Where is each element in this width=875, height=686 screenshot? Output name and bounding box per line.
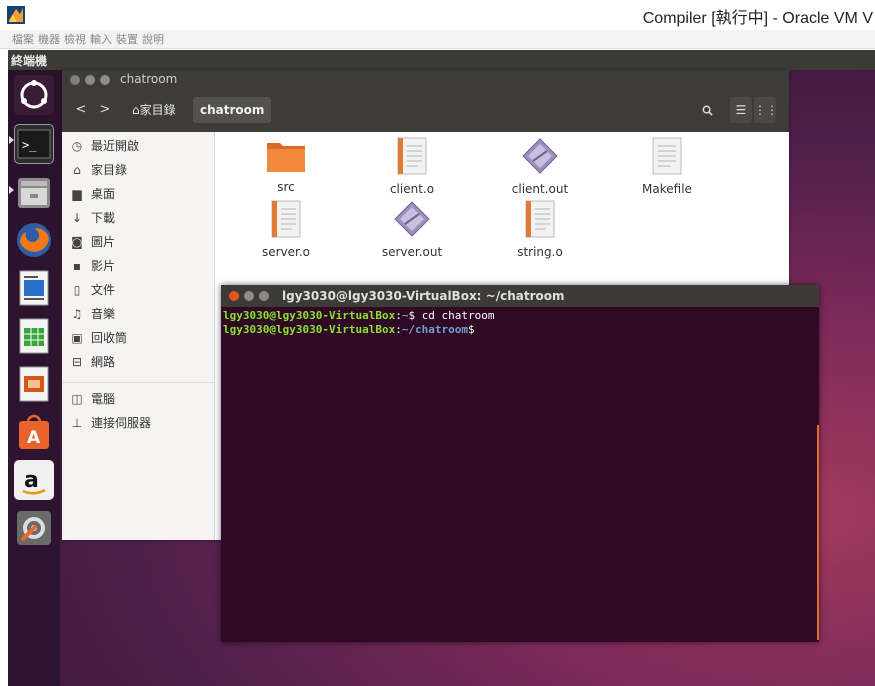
host-menu-view[interactable]: 檢視 xyxy=(64,31,86,47)
network-icon: ⊟ xyxy=(71,355,83,369)
music-icon: ♫ xyxy=(71,307,83,321)
host-title-bar: Compiler [執行中] - Oracle VM V xyxy=(0,0,875,30)
terminal-line: lgy3030@lgy3030-VirtualBox:~/chatroom$ xyxy=(223,323,475,336)
terminal-minimize-button[interactable] xyxy=(244,291,254,301)
folder-icon xyxy=(267,143,305,172)
svg-text:A: A xyxy=(27,428,41,448)
document-icon: ▯ xyxy=(73,283,81,297)
download-icon: ↓ xyxy=(71,211,83,225)
sidebar-item-connect-server[interactable]: ⊥ 連接伺服器 xyxy=(69,412,151,434)
camera-icon: ◙ xyxy=(71,235,83,249)
back-button[interactable]: < xyxy=(70,97,92,123)
video-icon: ▪ xyxy=(72,259,82,273)
sidebar-item-documents[interactable]: ▯ 文件 xyxy=(69,279,115,301)
terminal-close-button[interactable] xyxy=(229,291,239,301)
sidebar-item-network[interactable]: ⊟ 網路 xyxy=(69,351,115,373)
list-icon: ☰ xyxy=(735,103,747,117)
libreoffice-writer-icon[interactable] xyxy=(14,268,54,308)
file-item-src[interactable]: src xyxy=(236,137,336,194)
folder-icon: ▆ xyxy=(72,187,82,201)
sidebar-separator xyxy=(62,382,214,383)
executable-icon xyxy=(394,201,430,237)
ubuntu-top-panel: 終端機 xyxy=(8,50,875,70)
text-file-icon xyxy=(525,200,555,238)
terminal-maximize-button[interactable] xyxy=(259,291,269,301)
path-home-label: 家目錄 xyxy=(139,103,176,117)
active-app-title: 終端機 xyxy=(11,54,48,68)
firefox-icon[interactable] xyxy=(14,220,54,260)
clock-icon: ◷ xyxy=(71,139,83,153)
window-close-button[interactable] xyxy=(70,75,80,85)
text-file-icon xyxy=(271,200,301,238)
file-item-makefile[interactable]: Makefile xyxy=(617,137,717,196)
sidebar-item-home[interactable]: ⌂ 家目錄 xyxy=(69,159,127,181)
libreoffice-impress-icon[interactable] xyxy=(14,364,54,404)
trash-icon: ▣ xyxy=(71,331,83,345)
forward-button[interactable]: > xyxy=(94,97,116,123)
grid-view-button[interactable]: ⋮⋮ xyxy=(754,97,778,123)
server-icon: ⊥ xyxy=(71,416,83,430)
executable-icon xyxy=(522,138,558,174)
host-menubar: 檔案 機器 檢視 輸入 裝置 說明 xyxy=(0,30,875,49)
ubuntu-software-icon[interactable]: A xyxy=(14,412,54,452)
host-menu-input[interactable]: 輸入 xyxy=(90,31,112,47)
file-item-server-o[interactable]: server.o xyxy=(236,200,336,259)
terminal-line: lgy3030@lgy3030-VirtualBox:~$ cd chatroo… xyxy=(223,309,495,322)
text-file-icon xyxy=(397,137,427,175)
host-menu-file[interactable]: 檔案 xyxy=(12,31,34,47)
file-manager-title: chatroom xyxy=(120,72,178,86)
file-manager-sidebar: ◷ 最近開啟 ⌂ 家目錄 ▆ 桌面 ↓ 下載 ◙ 圖片 ▪ 影片 ▯ 文件 ♫ 音樂 ▣ 回收筒 … xyxy=(62,132,215,540)
unity-launcher: >_ A a xyxy=(8,70,60,686)
file-item-server-out[interactable]: server.out xyxy=(362,200,462,259)
sidebar-item-computer[interactable]: ◫ 電腦 xyxy=(69,388,115,410)
terminal-title: lgy3030@lgy3030-VirtualBox: ~/chatroom xyxy=(282,289,565,303)
sidebar-item-pictures[interactable]: ◙ 圖片 xyxy=(69,231,115,253)
path-button-current[interactable]: chatroom xyxy=(193,97,272,123)
sidebar-item-downloads[interactable]: ↓ 下載 xyxy=(69,207,115,229)
window-minimize-button[interactable] xyxy=(85,75,95,85)
terminal-header: lgy3030@lgy3030-VirtualBox: ~/chatroom xyxy=(221,285,819,307)
svg-text:>_: >_ xyxy=(22,138,37,152)
virtualbox-logo-icon xyxy=(7,6,25,24)
sidebar-item-desktop[interactable]: ▆ 桌面 xyxy=(69,183,115,205)
grid-icon: ⋮⋮ xyxy=(754,103,778,117)
terminal-scrollbar[interactable] xyxy=(817,425,819,640)
file-item-client-o[interactable]: client.o xyxy=(362,137,462,196)
files-icon[interactable] xyxy=(14,172,54,212)
search-icon xyxy=(702,105,713,116)
host-menu-help[interactable]: 說明 xyxy=(142,31,164,47)
list-view-button[interactable]: ☰ xyxy=(730,97,752,123)
system-settings-icon[interactable] xyxy=(14,508,54,548)
libreoffice-calc-icon[interactable] xyxy=(14,316,54,356)
home-icon: ⌂ xyxy=(132,103,140,117)
window-maximize-button[interactable] xyxy=(100,75,110,85)
svg-text:a: a xyxy=(24,468,39,493)
search-button[interactable] xyxy=(696,97,718,123)
file-manager-header: chatroom < > ⌂家目錄 chatroom ☰ ⋮⋮ xyxy=(62,70,789,132)
sidebar-item-recent[interactable]: ◷ 最近開啟 xyxy=(69,135,139,157)
sidebar-item-trash[interactable]: ▣ 回收筒 xyxy=(69,327,127,349)
path-button-home[interactable]: ⌂家目錄 xyxy=(128,97,180,123)
home-icon: ⌂ xyxy=(73,163,81,177)
sidebar-item-music[interactable]: ♫ 音樂 xyxy=(69,303,115,325)
file-item-string-o[interactable]: string.o xyxy=(490,200,590,259)
plain-text-file-icon xyxy=(652,137,682,175)
host-menu-devices[interactable]: 裝置 xyxy=(116,31,138,47)
file-item-client-out[interactable]: client.out xyxy=(490,137,590,196)
terminal-window[interactable]: lgy3030@lgy3030-VirtualBox: ~/chatroom l… xyxy=(221,285,819,642)
terminal-icon[interactable]: >_ xyxy=(14,124,54,164)
sidebar-item-videos[interactable]: ▪ 影片 xyxy=(69,255,115,277)
host-window-title: Compiler [執行中] - Oracle VM V xyxy=(642,10,873,27)
computer-icon: ◫ xyxy=(71,392,83,406)
host-menu-machine[interactable]: 機器 xyxy=(38,31,60,47)
amazon-icon[interactable]: a xyxy=(14,460,54,500)
ubuntu-dash-icon[interactable] xyxy=(14,75,54,115)
